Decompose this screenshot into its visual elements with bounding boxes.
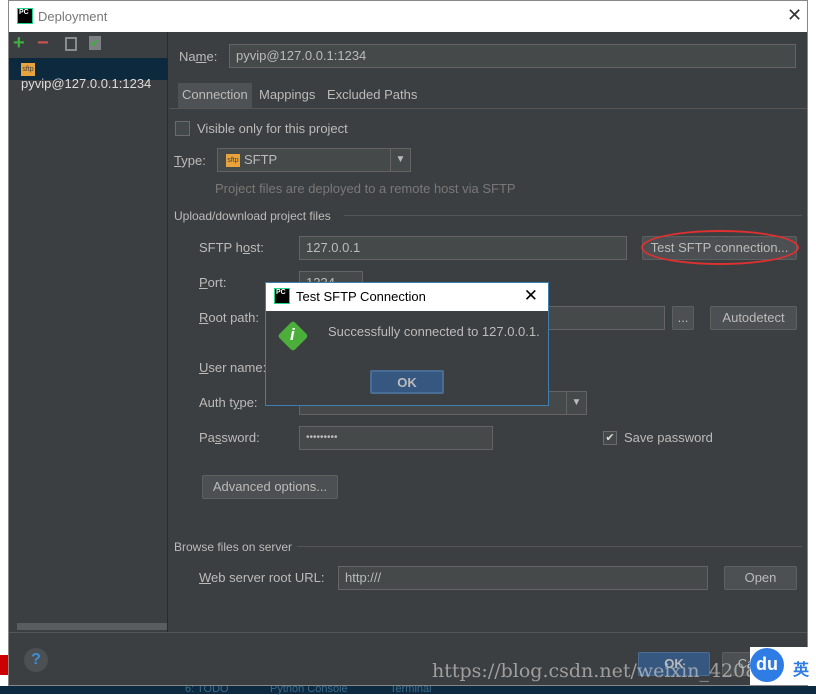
server-label: pyvip@127.0.0.1:1234 xyxy=(21,76,152,92)
pycharm-logo-icon: PC xyxy=(17,8,33,24)
open-button[interactable]: Open xyxy=(724,566,797,590)
copy-server-icon[interactable] xyxy=(65,37,77,51)
port-label: Port: xyxy=(199,275,227,290)
sftp-icon: sftp xyxy=(226,154,240,168)
popup-message: Successfully connected to 127.0.0.1. xyxy=(328,324,540,339)
web-root-input[interactable]: http:/// xyxy=(338,566,708,590)
footer-separator xyxy=(9,632,807,633)
visible-only-checkbox[interactable] xyxy=(175,121,190,136)
name-label: Name: xyxy=(179,49,218,64)
visible-only-label: Visible only for this project xyxy=(197,121,348,136)
browse-section-title: Browse files on server xyxy=(174,540,293,554)
ide-status-bar: 6: TODO Python Console Terminal xyxy=(0,683,816,695)
upload-section-title: Upload/download project files xyxy=(174,209,331,223)
popup-title: Test SFTP Connection xyxy=(296,289,426,304)
user-name-label: User name: xyxy=(199,360,267,375)
test-connection-popup: PC Test SFTP Connection ✕ i Successfully… xyxy=(265,282,549,406)
popup-title-bar: PC Test SFTP Connection ✕ xyxy=(266,283,548,311)
close-icon[interactable]: ✕ xyxy=(787,5,802,26)
window-title: Deployment xyxy=(38,9,108,24)
type-hint: Project files are deployed to a remote h… xyxy=(215,181,516,196)
web-root-label: Web server root URL: xyxy=(199,570,325,585)
ime-indicator[interactable]: du 英 xyxy=(750,647,816,685)
sftp-icon: sftp xyxy=(21,63,35,77)
root-path-label: Root path: xyxy=(199,310,259,325)
tab-connection[interactable]: Connection xyxy=(178,83,252,108)
add-server-icon[interactable]: + xyxy=(13,32,25,55)
name-input[interactable]: pyvip@127.0.0.1:1234 xyxy=(229,44,796,68)
autodetect-button[interactable]: Autodetect xyxy=(710,306,797,330)
server-list-panel: + − ✔ sftppyvip@127.0.0.1:1234 xyxy=(9,32,168,632)
browse-button[interactable]: ... xyxy=(672,306,694,330)
chevron-down-icon: ▼ xyxy=(566,392,586,414)
chevron-down-icon: ▼ xyxy=(390,149,410,171)
tabs-underline xyxy=(169,108,807,109)
advanced-options-button[interactable]: Advanced options... xyxy=(202,475,338,499)
auth-type-label: Auth type: xyxy=(199,395,258,410)
title-bar: PC Deployment ✕ xyxy=(9,1,807,32)
section-separator xyxy=(297,546,802,547)
annotation-circle xyxy=(641,230,799,265)
tab-excluded-paths[interactable]: Excluded Paths xyxy=(323,83,421,108)
help-button[interactable]: ? xyxy=(24,648,48,672)
type-label: Type: xyxy=(174,153,206,168)
server-list-item[interactable]: sftppyvip@127.0.0.1:1234 xyxy=(9,58,168,91)
section-separator xyxy=(344,215,802,216)
popup-ok-button[interactable]: OK xyxy=(370,370,444,394)
sftp-host-input[interactable]: 127.0.0.1 xyxy=(299,236,627,260)
horizontal-scrollbar[interactable] xyxy=(17,623,167,630)
password-label: Password: xyxy=(199,430,260,445)
save-password-label: Save password xyxy=(624,430,713,445)
pycharm-logo-icon: PC xyxy=(274,288,290,304)
sftp-host-label: SFTP host: xyxy=(199,240,264,255)
save-password-checkbox[interactable]: ✔ xyxy=(603,431,617,445)
tab-mappings[interactable]: Mappings xyxy=(255,83,319,108)
close-icon[interactable]: ✕ xyxy=(524,286,538,306)
background-fragment xyxy=(0,655,8,675)
baidu-ime-logo-icon: du xyxy=(750,648,784,682)
set-default-icon[interactable]: ✔ xyxy=(89,36,101,50)
remove-server-icon[interactable]: − xyxy=(37,32,49,55)
type-select[interactable]: sftp SFTP ▼ xyxy=(217,148,411,172)
type-value: SFTP xyxy=(244,152,278,167)
password-input[interactable]: ••••••••• xyxy=(299,426,493,450)
ime-language[interactable]: 英 xyxy=(793,656,809,680)
info-icon-glyph: i xyxy=(290,325,295,344)
